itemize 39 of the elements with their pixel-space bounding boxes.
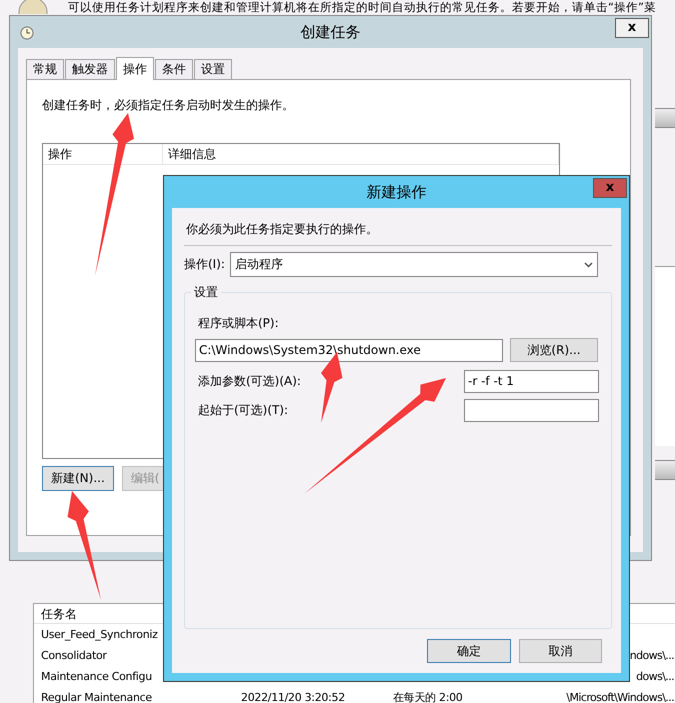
table-cell-text: dows\... xyxy=(636,669,674,685)
tab[interactable]: 条件 xyxy=(155,59,193,80)
program-label: 程序或脚本(P): xyxy=(197,315,280,332)
table-cell-text: 2022/11/20 3:20:52 xyxy=(241,690,345,703)
pane-header xyxy=(655,460,675,480)
program-field[interactable]: C:\Windows\System32\shutdown.exe xyxy=(195,338,503,362)
table-cell-text: ndows\... xyxy=(630,648,674,664)
start-in-label: 起始于(可选)(T): xyxy=(198,402,288,419)
arguments-field[interactable]: -r -f -t 1 xyxy=(464,370,599,393)
browse-button[interactable]: 浏览(R)... xyxy=(510,338,598,362)
table-cell-text: Maintenance Configu xyxy=(41,669,152,685)
clock-icon xyxy=(20,26,34,40)
clock-icon xyxy=(17,0,49,14)
cancel-button[interactable]: 取消 xyxy=(519,639,602,663)
window-title: 创建任务 xyxy=(300,22,360,42)
table-cell-text: Regular Maintenance xyxy=(41,690,152,703)
table-cell-text: 在每天的 2:00 xyxy=(393,690,462,703)
table-cell-text: Consolidator xyxy=(41,648,107,664)
close-button[interactable]: x xyxy=(615,18,649,38)
chevron-down-icon xyxy=(584,262,593,268)
tab[interactable]: 触发器 xyxy=(65,59,115,80)
table-cell-text: User_Feed_Synchroniz xyxy=(41,627,158,643)
column-header[interactable]: 详细信息 xyxy=(163,144,559,165)
ok-button[interactable]: 确定 xyxy=(427,639,511,663)
new-button[interactable]: 新建(N)... xyxy=(42,466,114,491)
close-button[interactable]: x xyxy=(593,178,627,198)
instruction-text: 你必须为此任务指定要执行的操作。 xyxy=(185,221,379,237)
intro-text: 可以使用任务计划程序来创建和管理计算机将在所指定的时间自动执行的常见任务。若要开始，请单击“操作”菜 xyxy=(68,0,656,14)
start-in-field[interactable] xyxy=(464,399,599,422)
tab[interactable]: 操作 xyxy=(116,57,154,80)
dialog-title: 新建操作 xyxy=(366,182,426,202)
action-label: 操作(I): xyxy=(184,256,225,273)
action-dropdown[interactable]: 启动程序 xyxy=(230,252,598,277)
pane-header xyxy=(655,108,675,128)
arguments-label: 添加参数(可选)(A): xyxy=(198,373,301,390)
tab[interactable]: 常规 xyxy=(26,59,64,80)
description-text: 创建任务时，必须指定任务启动时发生的操作。 xyxy=(42,97,295,113)
tab[interactable]: 设置 xyxy=(194,59,232,80)
table-cell-text: \Microsoft\Windows\... xyxy=(566,690,674,703)
